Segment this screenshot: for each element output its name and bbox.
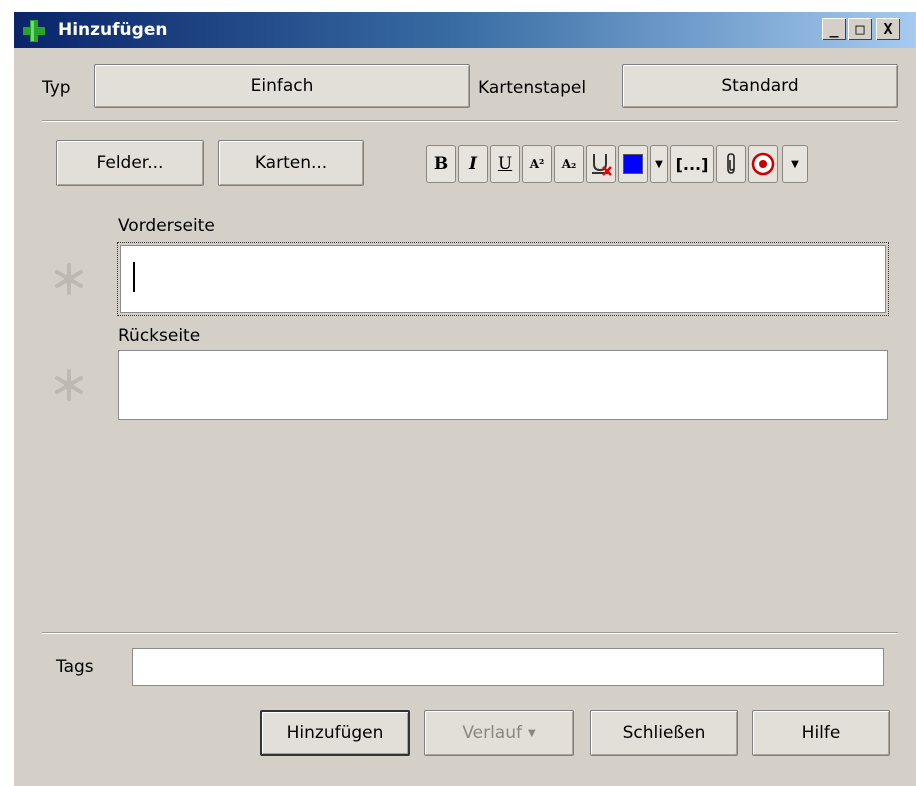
superscript-button[interactable]: A² — [522, 145, 552, 183]
italic-button[interactable]: I — [458, 145, 488, 183]
chevron-down-icon: ▼ — [527, 727, 536, 739]
minimize-button[interactable]: _ — [822, 18, 846, 40]
sticky-snowflake-icon[interactable] — [52, 262, 86, 296]
attach-button[interactable] — [716, 145, 746, 183]
add-note-window: Hinzufügen _ □ X Typ Einfach Kartenstape… — [14, 12, 916, 786]
color-dropdown-icon: ▼ — [655, 158, 663, 170]
plus-icon — [23, 20, 45, 42]
front-field-input[interactable] — [117, 242, 889, 316]
fields-button[interactable]: Felder... — [56, 140, 204, 186]
type-label: Typ — [42, 78, 71, 98]
bold-button[interactable]: B — [426, 145, 456, 183]
subscript-icon: A₂ — [561, 157, 577, 171]
more-options-button[interactable]: ▼ — [782, 145, 808, 183]
subscript-button[interactable]: A₂ — [554, 145, 584, 183]
format-underline-icon: U — [497, 154, 513, 174]
front-field-label: Vorderseite — [118, 216, 215, 236]
title-bar[interactable]: Hinzufügen _ □ X — [14, 12, 916, 48]
sticky-snowflake-icon[interactable] — [52, 368, 86, 402]
divider-bottom — [42, 632, 898, 634]
record-button[interactable] — [748, 145, 778, 183]
record-icon — [751, 152, 775, 176]
type-selector-button[interactable]: Einfach — [94, 64, 470, 108]
clear-format-icon — [592, 154, 612, 176]
back-field-label: Rückseite — [118, 326, 201, 346]
history-button-label: Verlauf — [462, 723, 522, 743]
deck-selector-button[interactable]: Standard — [622, 64, 898, 108]
history-button[interactable]: Verlauf ▼ — [424, 710, 574, 756]
tags-input[interactable] — [132, 648, 884, 686]
divider-top — [42, 120, 898, 122]
text-color-button[interactable] — [618, 145, 648, 183]
close-button[interactable]: Schließen — [590, 710, 738, 756]
help-button[interactable]: Hilfe — [752, 710, 890, 756]
cloze-icon: [...] — [675, 154, 709, 174]
format-bold-icon: B — [433, 154, 449, 174]
more-dropdown-icon: ▼ — [791, 158, 799, 170]
maximize-button[interactable]: □ — [848, 18, 872, 40]
cards-button[interactable]: Karten... — [218, 140, 364, 186]
add-button[interactable]: Hinzufügen — [260, 710, 410, 756]
text-color-icon — [623, 154, 643, 174]
underline-button[interactable]: U — [490, 145, 520, 183]
text-caret — [133, 262, 135, 292]
cloze-button[interactable]: [...] — [670, 145, 714, 183]
attach-icon — [727, 153, 735, 174]
tags-label: Tags — [56, 657, 94, 677]
back-field-input[interactable] — [118, 350, 888, 420]
window-title: Hinzufügen — [58, 20, 168, 40]
deck-label: Kartenstapel — [478, 78, 587, 98]
clear-format-button[interactable] — [586, 145, 616, 183]
color-dropdown-button[interactable]: ▼ — [650, 145, 668, 183]
superscript-icon: A² — [529, 157, 545, 171]
close-window-button[interactable]: X — [876, 18, 900, 40]
format-italic-icon: I — [469, 154, 477, 174]
